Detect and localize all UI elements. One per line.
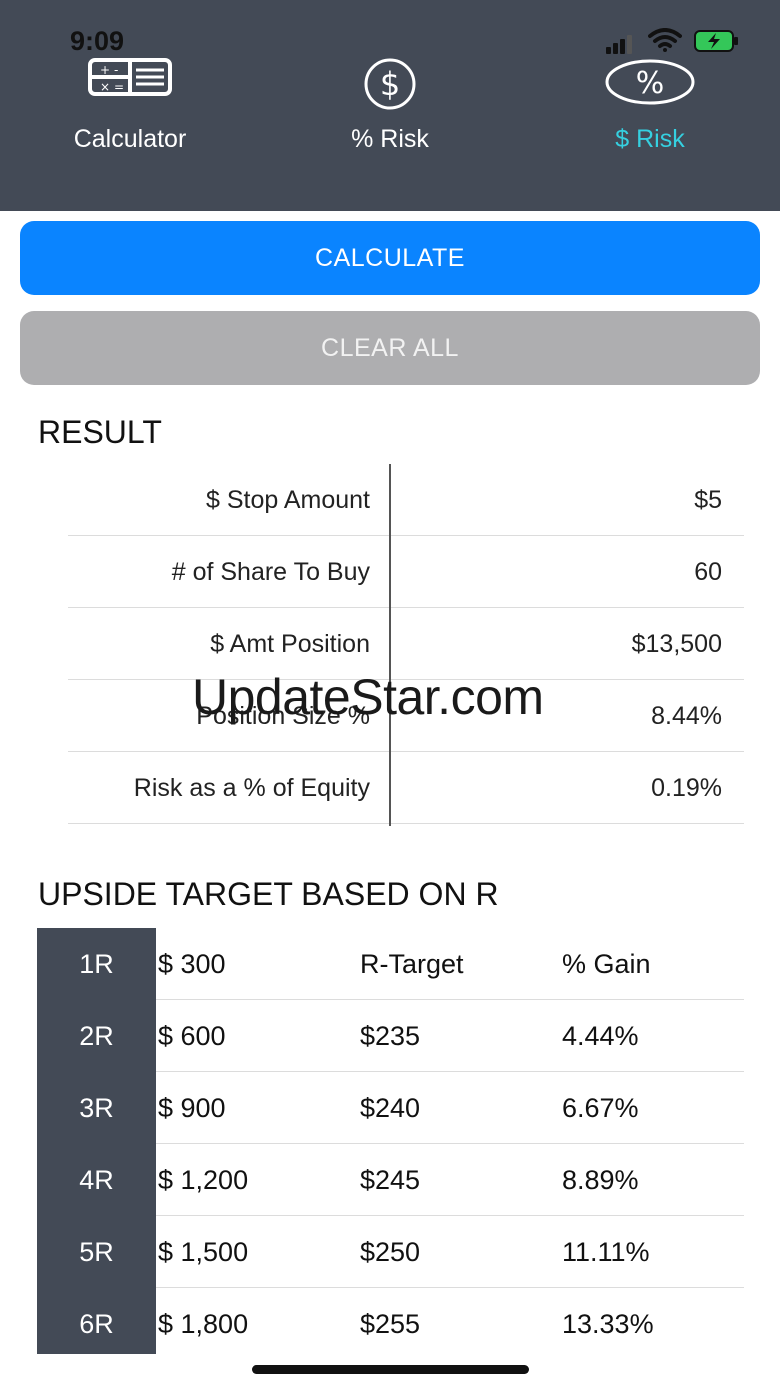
clear-all-button[interactable]: CLEAR ALL [20, 311, 760, 385]
result-value: 8.44% [651, 702, 722, 730]
dollar-circle-icon: $ [364, 58, 416, 110]
risk-amount: $ 300 [158, 949, 226, 979]
result-value: 60 [694, 558, 722, 586]
result-row: $ Stop Amount $5 [68, 464, 744, 536]
risk-amount: $ 1,500 [158, 1237, 249, 1267]
result-label: # of Share To Buy [171, 558, 370, 586]
tab-label-percent-risk: % Risk [351, 125, 429, 153]
r-target-header: R-Target [360, 949, 464, 979]
result-row: # of Share To Buy 60 [68, 536, 744, 608]
top-header: 9:09 + - × = Calculator $ % Risk % $ Ris… [0, 0, 780, 211]
tab-label-calculator: Calculator [73, 125, 187, 153]
upside-title: UPSIDE TARGET BASED ON R [38, 876, 499, 912]
risk-amount: $ 1,800 [158, 1309, 249, 1339]
home-indicator[interactable] [252, 1365, 529, 1374]
risk-amount: $ 600 [158, 1021, 226, 1051]
r-target-value: $250 [360, 1237, 421, 1267]
result-label: $ Stop Amount [205, 486, 370, 514]
r-multiple-label: 2R [79, 1021, 114, 1051]
tab-label-dollar-risk: $ Risk [615, 125, 685, 153]
r-target-value: $255 [360, 1309, 421, 1339]
signal-bar-2 [613, 43, 618, 54]
gain-value: 4.44% [562, 1021, 639, 1051]
calculate-button[interactable]: CALCULATE [20, 221, 760, 295]
result-label: Risk as a % of Equity [133, 774, 370, 802]
result-value: $13,500 [631, 630, 722, 658]
risk-amount: $ 900 [158, 1093, 226, 1123]
tab-percent-risk[interactable]: $ % Risk [290, 58, 490, 168]
gain-value: 11.11% [562, 1237, 650, 1267]
r-multiple-label: 4R [79, 1165, 114, 1195]
signal-bar-4 [627, 35, 632, 54]
result-value: $5 [694, 486, 722, 514]
svg-text:+: + [100, 63, 110, 77]
result-row: Risk as a % of Equity 0.19% [68, 752, 744, 824]
svg-text:-: - [114, 63, 118, 77]
battery-icon [694, 30, 738, 52]
upside-row: 4R $ 1,200 $245 8.89% [37, 1144, 744, 1216]
risk-amount: $ 1,200 [158, 1165, 249, 1195]
r-multiple-label: 5R [79, 1237, 114, 1267]
tab-calculator[interactable]: + - × = Calculator [30, 58, 230, 168]
svg-text:×: × [100, 80, 110, 94]
gain-value: 8.89% [562, 1165, 639, 1195]
gain-header: % Gain [562, 949, 651, 979]
percent-oval-icon: % [605, 59, 695, 105]
upside-header-row: 1R $ 300 R-Target % Gain [37, 928, 744, 1000]
tab-dollar-risk[interactable]: % $ Risk [550, 58, 750, 168]
calculator-icon: + - × = [88, 58, 172, 96]
result-divider [389, 464, 391, 826]
upside-row: 5R $ 1,500 $250 11.11% [37, 1216, 744, 1288]
wifi-icon [648, 28, 682, 52]
status-time: 9:09 [70, 26, 125, 56]
watermark: UpdateStar.com [192, 669, 544, 725]
result-title: RESULT [38, 414, 162, 450]
r-target-value: $235 [360, 1021, 421, 1051]
signal-bar-1 [606, 47, 611, 54]
svg-text:$: $ [380, 65, 400, 103]
svg-text:%: % [636, 66, 665, 101]
signal-bar-3 [620, 39, 625, 54]
svg-text:=: = [114, 80, 124, 94]
r-target-value: $245 [360, 1165, 421, 1195]
upside-row: 3R $ 900 $240 6.67% [37, 1072, 744, 1144]
r-multiple-label: 1R [79, 949, 114, 979]
upside-row: 2R $ 600 $235 4.44% [37, 1000, 744, 1072]
r-multiple-label: 3R [79, 1093, 114, 1123]
r-target-value: $240 [360, 1093, 421, 1123]
gain-value: 6.67% [562, 1093, 639, 1123]
r-multiple-label: 6R [79, 1309, 114, 1339]
upside-row: 6R $ 1,800 $255 13.33% [37, 1288, 744, 1360]
result-value: 0.19% [651, 774, 722, 802]
gain-value: 13.33% [562, 1309, 654, 1339]
